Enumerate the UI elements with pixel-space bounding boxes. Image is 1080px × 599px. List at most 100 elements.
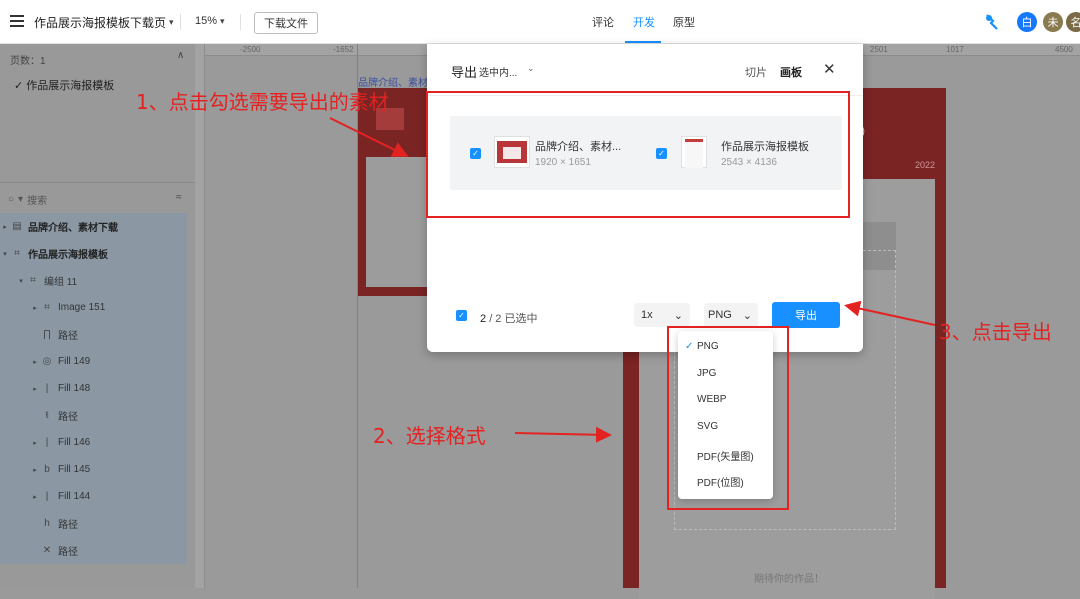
annotation-box-formats [667, 326, 789, 510]
page-item-label: 作品展示海报模板 [26, 80, 115, 92]
layer-label: Fill 148 [58, 383, 91, 394]
layer-label: 路径 [58, 412, 78, 423]
search-icon: ○ [8, 194, 15, 205]
layer-label: 编组 11 [44, 277, 78, 288]
layer-label: 品牌介绍、素材下载 [28, 223, 118, 234]
chevron-down-icon: ⌄ [673, 309, 683, 322]
dialog-title: 导出 [451, 65, 478, 80]
layer-item[interactable]: ▾ ⌗ 编组 11 [0, 267, 187, 294]
ruler-label: 4500 [1055, 45, 1073, 54]
select-all-checkbox[interactable]: ✓ [456, 310, 467, 321]
expand-icon[interactable]: ▸ [30, 466, 40, 474]
layer-search[interactable]: ○ ▾ 搜索 [8, 192, 47, 207]
path-icon: | [45, 437, 49, 448]
selected-count-value: 2 [480, 313, 487, 325]
layer-item[interactable]: ▸ | Fill 148 [0, 375, 187, 402]
artboard-footer-text: 期待你的作品！ [754, 574, 824, 585]
tab-slice[interactable]: 切片 [745, 64, 767, 80]
ruler-label: -1652 [333, 45, 354, 54]
arrow-step2 [514, 426, 612, 443]
ruler-label: 1017 [946, 45, 964, 54]
chevron-down-icon: ▾ [18, 194, 24, 205]
download-file-button[interactable]: 下载文件 [254, 12, 318, 34]
close-icon[interactable]: ✕ [823, 60, 836, 78]
chevron-down-icon: ▾ [220, 15, 225, 26]
path-icon: | [45, 491, 49, 502]
zoom-dropdown[interactable]: 15% ▾ [195, 15, 225, 27]
chevron-down-icon[interactable]: ⌄ [527, 63, 535, 74]
document-title-dropdown[interactable]: 作品展示海报模板下载页 ▾ [34, 14, 174, 31]
expand-icon[interactable]: ▸ [30, 358, 40, 366]
divider [180, 14, 181, 30]
annotation-step2: 2、选择格式 [373, 424, 486, 448]
path-icon: ŧ [45, 410, 49, 421]
search-input[interactable]: 搜索 [27, 192, 47, 207]
artboard-year-text: 2022 [915, 160, 936, 170]
path-icon: ◎ [42, 356, 52, 367]
expand-icon[interactable]: ▸ [30, 439, 40, 447]
layer-label: 路径 [58, 520, 78, 531]
layer-item[interactable]: ▸ ◎ Fill 149 [0, 348, 187, 375]
menu-icon[interactable] [10, 15, 24, 27]
vertical-ruler [195, 44, 205, 588]
layer-item[interactable]: ŧ 路径 [0, 402, 187, 429]
tab-comment[interactable]: 评论 [592, 14, 614, 30]
path-icon: ✕ [42, 545, 52, 556]
scale-select[interactable]: 1x ⌄ [634, 303, 690, 327]
expand-icon[interactable]: ▸ [30, 304, 40, 312]
frame-icon: ⌗ [30, 275, 36, 286]
avatar[interactable]: 未 [1043, 12, 1063, 32]
tab-artboard[interactable]: 画板 [780, 64, 802, 80]
pin-icon[interactable] [984, 13, 1000, 31]
export-button[interactable]: 导出 [772, 302, 840, 328]
expand-icon[interactable]: ▸ [30, 493, 40, 501]
layer-item[interactable]: ▾ ⌗ 作品展示海报模板 [0, 240, 187, 267]
format-value: PNG [708, 309, 732, 321]
layer-label: 作品展示海报模板 [28, 250, 108, 261]
annotation-step1: 1、点击勾选需要导出的素材 [136, 90, 389, 114]
expand-icon[interactable]: ▸ [30, 385, 40, 393]
path-icon: | [45, 383, 49, 394]
avatar[interactable]: 白 [1017, 12, 1037, 32]
layer-item[interactable]: ∏ 路径 [0, 321, 187, 348]
active-tab-indicator [625, 41, 661, 43]
layer-label: 路径 [58, 331, 78, 342]
document-title: 作品展示海报模板下载页 [34, 16, 167, 30]
layer-item[interactable]: ▸ ▤ 品牌介绍、素材下载 [0, 213, 187, 240]
page-count-header: 页数：1 [10, 56, 46, 67]
tab-prototype[interactable]: 原型 [673, 14, 695, 30]
layer-item[interactable]: ▸ ⌗ Image 151 [0, 294, 187, 321]
chevron-down-icon: ⌄ [742, 309, 752, 322]
chevron-up-icon[interactable]: ∧ [177, 50, 184, 61]
scale-value: 1x [641, 309, 653, 321]
selected-count-total: / 2 已选中 [489, 313, 538, 325]
layer-label: Fill 146 [58, 437, 91, 448]
tab-develop[interactable]: 开发 [633, 14, 655, 30]
avatar[interactable]: 名 [1066, 12, 1080, 32]
ruler-label: 2501 [870, 45, 888, 54]
annotation-box-items [426, 91, 850, 218]
layer-item[interactable]: h 路径 [0, 510, 187, 537]
frame-icon: ⌗ [14, 248, 20, 259]
layer-item[interactable]: ▸ | Fill 144 [0, 483, 187, 510]
format-select[interactable]: PNG ⌄ [704, 303, 758, 327]
grid-icon: ▤ [12, 221, 22, 232]
layer-label: Image 151 [58, 302, 106, 313]
export-scope-select[interactable]: 选中内... [479, 64, 517, 79]
path-icon: b [44, 464, 50, 475]
layer-item[interactable]: ✕ 路径 [0, 537, 187, 564]
divider [0, 182, 195, 183]
check-icon: ✓ [14, 80, 24, 92]
expand-icon[interactable]: ▾ [0, 250, 10, 258]
path-icon: h [44, 518, 50, 529]
artboard-content [366, 157, 428, 287]
divider [240, 14, 241, 30]
page-item[interactable]: ✓ 作品展示海报模板 [14, 77, 114, 93]
zoom-value: 15% [195, 15, 218, 27]
expand-icon[interactable]: ▸ [0, 223, 10, 231]
layer-item[interactable]: ▸ b Fill 145 [0, 456, 187, 483]
expand-icon[interactable]: ▾ [16, 277, 26, 285]
artboard-brand[interactable] [358, 88, 428, 296]
layer-item[interactable]: ▸ | Fill 146 [0, 429, 187, 456]
collapse-icon[interactable]: ≈ [176, 192, 182, 203]
